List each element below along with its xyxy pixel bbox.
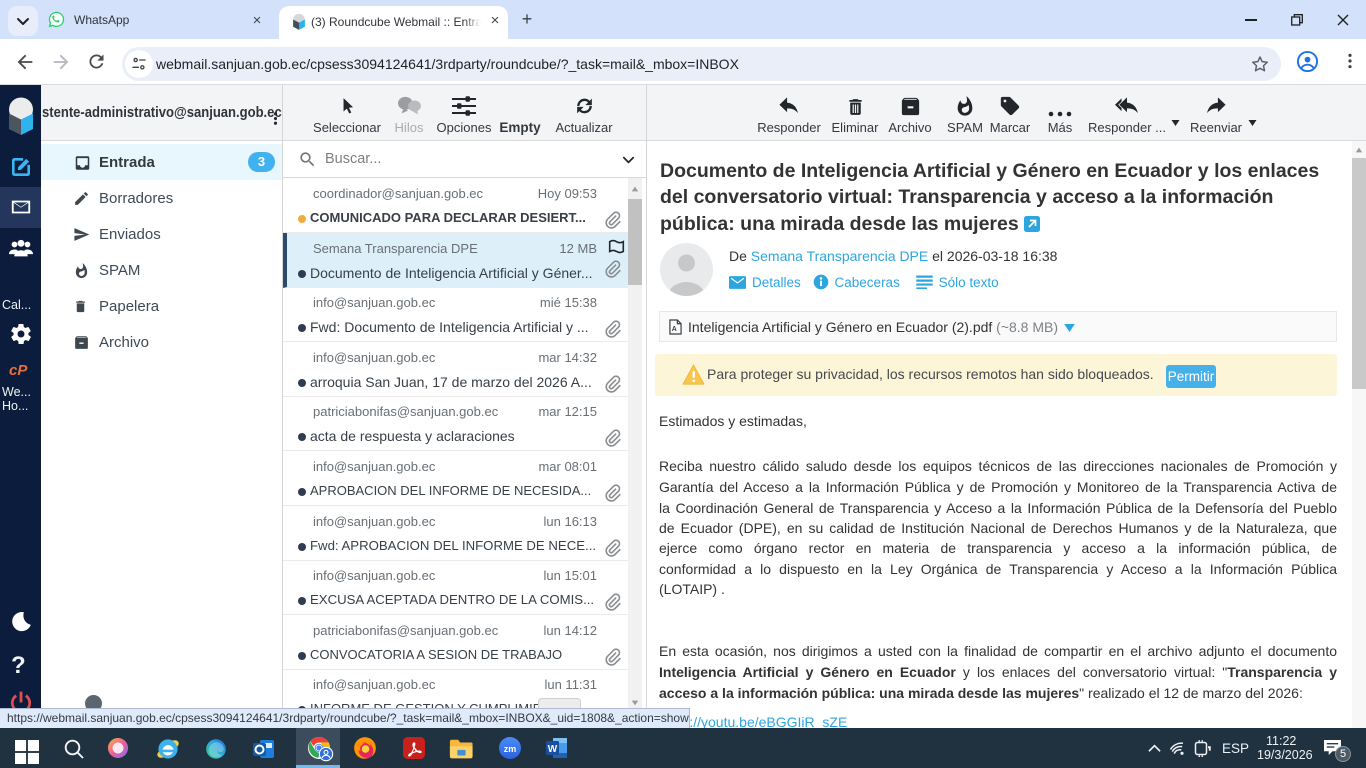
svg-text:A: A [672, 326, 677, 333]
svg-text:zm: zm [504, 744, 517, 754]
svg-text:W: W [548, 744, 558, 755]
